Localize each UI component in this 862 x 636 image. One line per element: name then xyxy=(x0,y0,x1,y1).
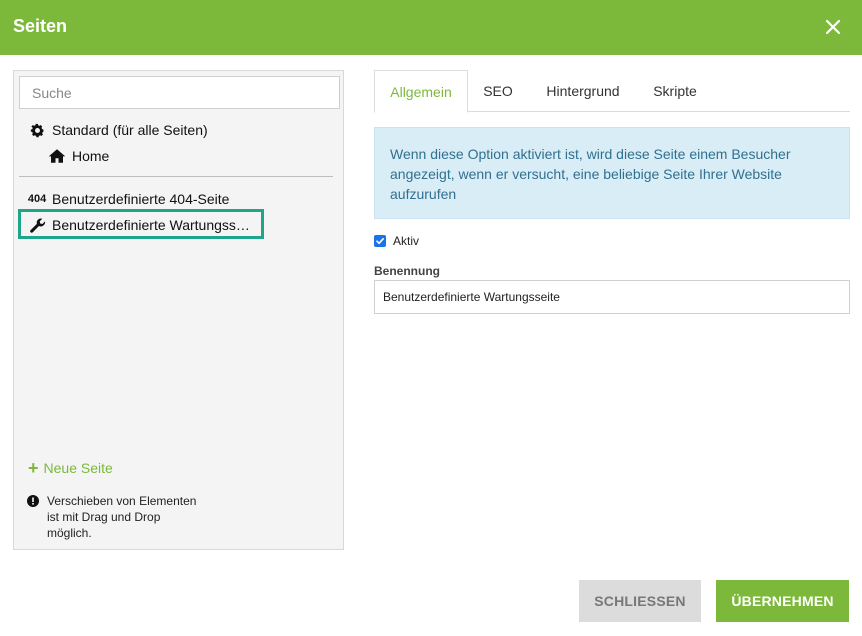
tab-hintergrund[interactable]: Hintergrund xyxy=(538,70,628,112)
benennung-label: Benennung xyxy=(374,264,440,278)
tab-seo[interactable]: SEO xyxy=(476,70,520,112)
tree-item-404[interactable]: 404 Benutzerdefinierte 404-Seite xyxy=(27,188,230,210)
pages-sidebar: Standard (für alle Seiten) Home 404 Benu… xyxy=(13,70,344,550)
close-button[interactable]: SCHLIESSEN xyxy=(579,580,701,622)
tab-allgemein[interactable]: Allgemein xyxy=(374,70,468,113)
tree-item-label: Benutzerdefinierte 404-Seite xyxy=(52,191,230,207)
404-icon: 404 xyxy=(27,193,47,205)
new-page-label: Neue Seite xyxy=(43,460,113,476)
tab-bar: Allgemein SEO Hintergrund Skripte xyxy=(374,70,850,113)
new-page-button[interactable]: + Neue Seite xyxy=(28,459,113,477)
tree-item-label: Benutzerdefinierte Wartungss… xyxy=(52,217,250,233)
hint-line-1: Verschieben von Elementen xyxy=(47,494,197,508)
gear-icon xyxy=(28,121,46,139)
aktiv-checkbox[interactable] xyxy=(374,235,386,247)
exclamation-circle-icon xyxy=(27,495,39,507)
tree-divider xyxy=(19,176,333,177)
tree-item-maintenance[interactable]: Benutzerdefinierte Wartungss… xyxy=(28,214,250,236)
hint-line-2: ist mit Drag und Drop xyxy=(47,510,161,524)
tree-item-home[interactable]: Home xyxy=(48,145,109,167)
tree-item-standard[interactable]: Standard (für alle Seiten) xyxy=(28,119,208,141)
tab-skripte[interactable]: Skripte xyxy=(648,70,702,112)
info-alert: Wenn diese Option aktiviert ist, wird di… xyxy=(374,127,850,219)
aktiv-row: Aktiv xyxy=(374,234,419,248)
tree-item-label: Standard (für alle Seiten) xyxy=(52,122,208,138)
aktiv-label: Aktiv xyxy=(393,234,420,248)
search-input[interactable] xyxy=(19,76,340,109)
hint-line-3: möglich. xyxy=(47,526,92,540)
dialog-title: Seiten xyxy=(13,16,68,36)
tree-item-label: Home xyxy=(72,148,110,164)
benennung-field[interactable] xyxy=(374,280,850,314)
checkmark-icon xyxy=(376,238,384,245)
dialog-titlebar: Seiten xyxy=(0,0,862,55)
wrench-icon xyxy=(28,216,46,234)
plus-icon: + xyxy=(28,458,39,478)
drag-drop-hint: Verschieben von Elementen ist mit Drag u… xyxy=(27,493,207,541)
close-icon[interactable] xyxy=(822,16,844,38)
apply-button[interactable]: ÜBERNEHMEN xyxy=(716,580,849,622)
home-icon xyxy=(48,147,66,165)
